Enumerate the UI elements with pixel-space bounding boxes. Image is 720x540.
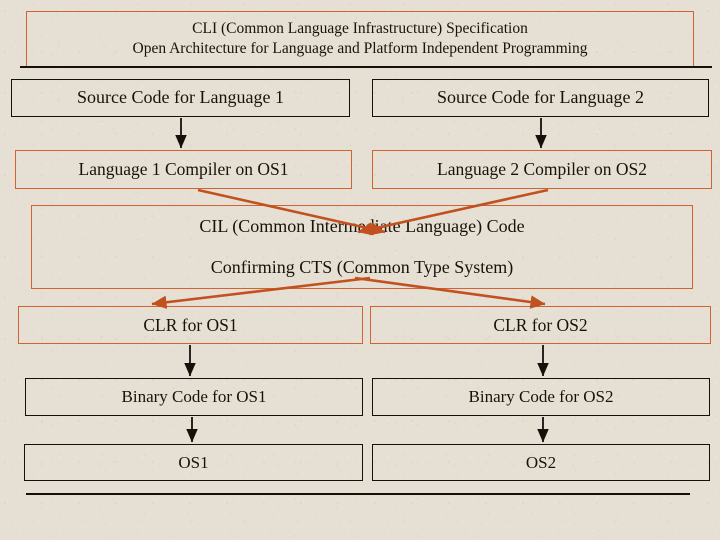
node-source-code-2[interactable]: Source Code for Language 2 [372,79,709,117]
node-compiler-2[interactable]: Language 2 Compiler on OS2 [372,150,712,189]
node-compiler-1[interactable]: Language 1 Compiler on OS1 [15,150,352,189]
node-clr-2[interactable]: CLR for OS2 [370,306,711,344]
node-os-1-label: OS1 [178,452,209,472]
node-source-code-1-label: Source Code for Language 1 [77,87,284,108]
diagram-canvas: CLI (Common Language Infrastructure) Spe… [0,0,720,540]
node-cil-line-2: Confirming CTS (Common Type System) [210,256,514,277]
node-binary-code-2[interactable]: Binary Code for OS2 [372,378,710,416]
node-os-2-label: OS2 [525,452,557,472]
node-compiler-1-label: Language 1 Compiler on OS1 [78,159,289,180]
node-source-code-2-label: Source Code for Language 2 [437,87,644,108]
node-binary-code-1[interactable]: Binary Code for OS1 [25,378,363,416]
title-line-1: CLI (Common Language Infrastructure) Spe… [192,20,528,38]
node-clr-2-label: CLR for OS2 [493,314,588,335]
node-clr-1-label: CLR for OS1 [143,314,238,335]
title-banner: CLI (Common Language Infrastructure) Spe… [26,11,694,67]
node-cil-line-1: CIL (Common Intermediate Language) Code [199,215,525,236]
title-underline [20,66,712,68]
node-os-2[interactable]: OS2 [372,444,710,481]
node-binary-code-2-label: Binary Code for OS2 [468,387,614,407]
node-cil-code[interactable]: CIL (Common Intermediate Language) Code … [31,205,693,289]
footer-rule [26,493,690,495]
node-compiler-2-label: Language 2 Compiler on OS2 [437,159,647,180]
node-binary-code-1-label: Binary Code for OS1 [121,387,267,407]
node-source-code-1[interactable]: Source Code for Language 1 [11,79,350,117]
node-clr-1[interactable]: CLR for OS1 [18,306,363,344]
title-line-2: Open Architecture for Language and Platf… [132,40,588,57]
node-os-1[interactable]: OS1 [24,444,363,481]
